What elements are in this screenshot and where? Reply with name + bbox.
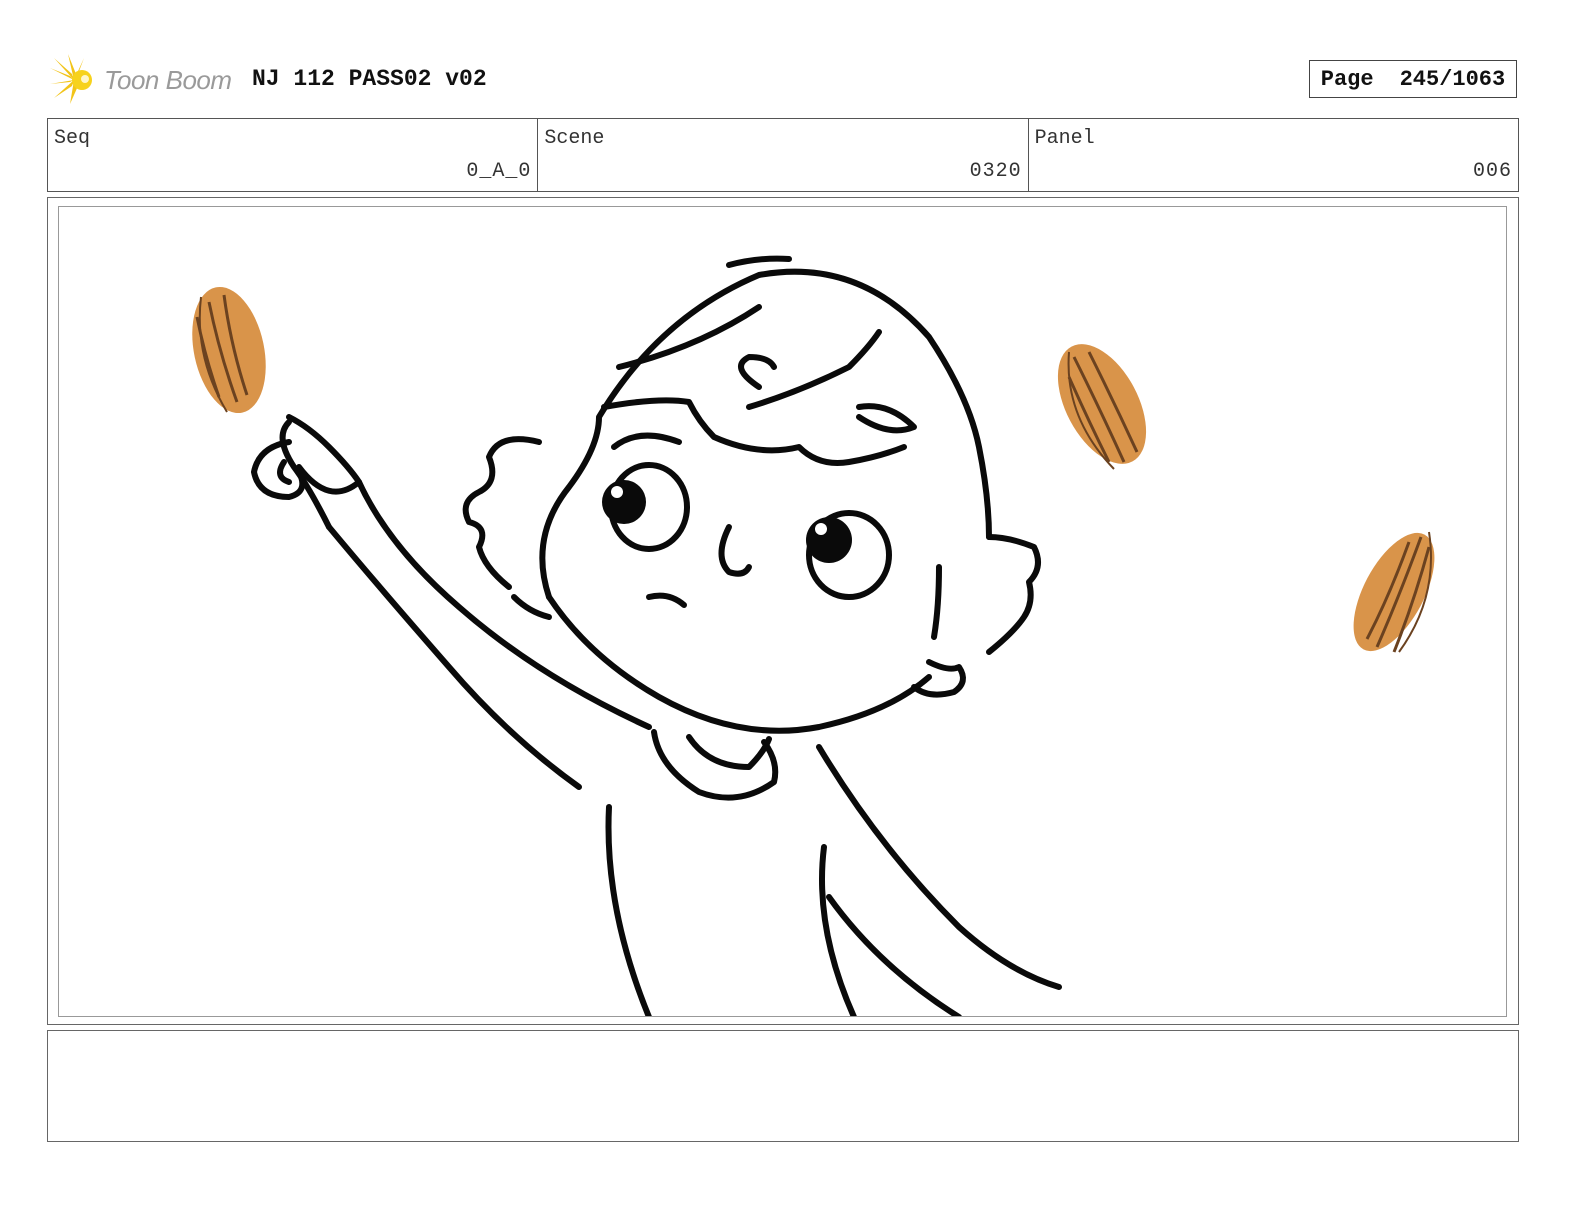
panel-image: [58, 206, 1507, 1017]
project-title: NJ 112 PASS02 v02: [252, 66, 487, 92]
almond-icon: [1057, 344, 1147, 470]
notes-text: [48, 1031, 1518, 1051]
scene-value: 0320: [969, 160, 1022, 183]
page-number: 245/1063: [1399, 66, 1506, 92]
seq-label: Seq: [54, 127, 91, 150]
page-indicator: Page 245/1063: [1309, 60, 1517, 98]
panel-cell: Panel 006: [1029, 119, 1518, 191]
panel-label: Panel: [1034, 127, 1095, 150]
storyboard-drawing-icon: [192, 255, 1435, 1016]
seq-value: 0_A_0: [466, 160, 532, 183]
seq-cell: Seq 0_A_0: [48, 119, 539, 191]
storyboard-panel: [47, 197, 1519, 1025]
almond-icon: [1353, 531, 1435, 653]
toon-boom-logo: Toon Boom: [48, 52, 232, 108]
info-row: Seq 0_A_0 Scene 0320 Panel 006: [47, 118, 1519, 192]
logo-text: Toon Boom: [104, 64, 232, 95]
header: Toon Boom NJ 112 PASS02 v02 Page 245/106…: [48, 50, 1538, 110]
page-label: Page: [1320, 66, 1374, 92]
scene-label: Scene: [544, 127, 605, 150]
sun-burst-icon: [50, 54, 92, 104]
almond-icon: [192, 286, 266, 414]
scene-cell: Scene 0320: [538, 119, 1029, 191]
notes-box[interactable]: [47, 1030, 1519, 1142]
panel-value: 006: [1472, 160, 1512, 183]
